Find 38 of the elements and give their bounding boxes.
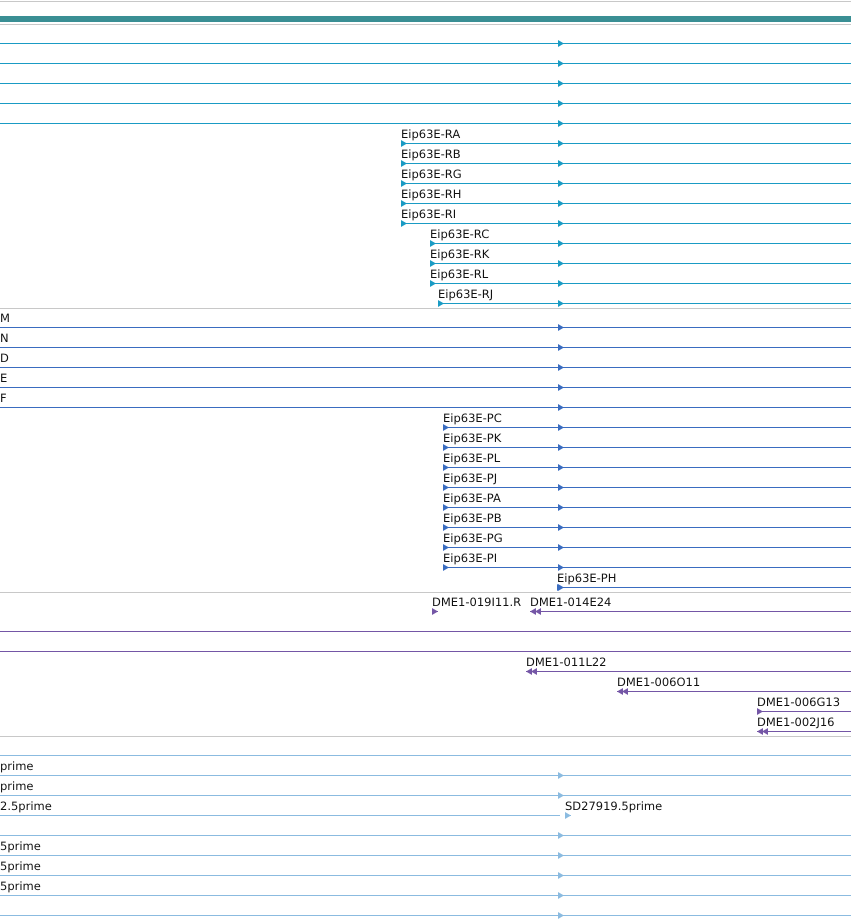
feature-label: Eip63E-PG [443,532,503,545]
feature-label: Eip63E-PI [443,552,498,565]
feature-drawing [432,608,438,615]
feature-label: N [0,332,9,345]
feature-label: Eip63E-PL [443,452,500,465]
feature-label: Eip63E-RK [430,248,490,261]
feature-label: DME1-006O11 [617,676,700,689]
feature-label: DME1-019I11.R [432,596,522,609]
feature-label: 5prime [0,860,41,873]
feature-label: DME1-002J16 [757,716,834,729]
feature-label: D [0,352,9,365]
feature-label: Eip63E-PA [443,492,501,505]
feature-label: Eip63E-RG [401,168,462,181]
feature-label: SD27919.5prime [565,800,662,813]
feature-label: M [0,312,10,325]
feature-label: DME1-011L22 [526,656,606,669]
feature-label: prime [0,760,34,773]
feature-label: Eip63E-RH [401,188,462,201]
feature-drawing [565,812,571,819]
feature-label: Eip63E-RC [430,228,490,241]
feature-label: Eip63E-PB [443,512,502,525]
feature-label: DME1-006G13 [757,696,840,709]
feature-label: F [0,392,7,405]
feature-label: Eip63E-RI [401,208,456,221]
feature-label: prime [0,780,34,793]
feature-label: Eip63E-RA [401,128,460,141]
feature-label: E [0,372,8,385]
feature-label: 5prime [0,880,41,893]
feature-label: Eip63E-RB [401,148,461,161]
feature-label: Eip63E-RJ [438,288,494,301]
feature-label: 5prime [0,840,41,853]
feature-label: Eip63E-PJ [443,472,498,485]
feature-label: Eip63E-PC [443,412,502,425]
feature-label: DME1-014E24 [530,596,612,609]
feature-label: 2.5prime [0,800,52,813]
feature-label: Eip63E-RL [430,268,488,281]
feature-label: Eip63E-PK [443,432,502,445]
feature-label: Eip63E-PH [557,572,616,585]
